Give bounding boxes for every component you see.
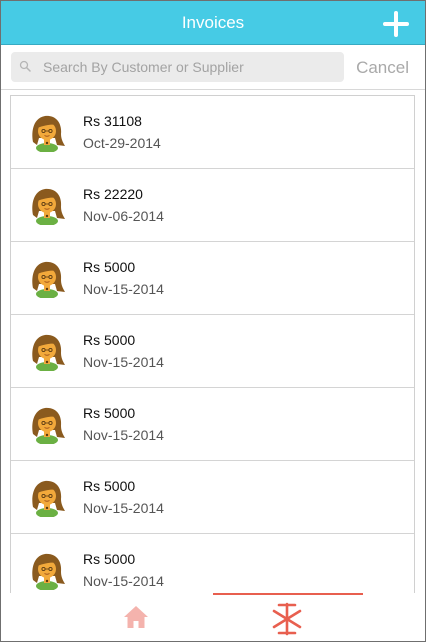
avatar-icon <box>32 407 65 444</box>
invoice-date: Nov-15-2014 <box>83 354 164 370</box>
tab-active[interactable] <box>213 593 363 641</box>
avatar-icon <box>32 553 65 590</box>
cancel-button[interactable]: Cancel <box>356 58 409 78</box>
home-icon <box>124 606 148 628</box>
tab-bar <box>1 593 425 641</box>
add-invoice-button[interactable] <box>383 11 409 37</box>
tab-home[interactable] <box>63 593 213 641</box>
avatar-icon <box>32 261 65 298</box>
search-bar: Cancel <box>1 45 425 90</box>
invoice-row[interactable]: Rs 5000 Nov-15-2014 <box>11 461 414 534</box>
invoice-amount: Rs 5000 <box>83 478 136 494</box>
invoice-date: Nov-15-2014 <box>83 427 164 443</box>
invoice-amount: Rs 5000 <box>83 332 136 348</box>
invoice-amount: Rs 5000 <box>83 405 136 421</box>
invoice-date: Nov-15-2014 <box>83 573 164 589</box>
invoice-row[interactable]: Rs 22220 Nov-06-2014 <box>11 169 414 242</box>
invoice-amount: Rs 31108 <box>83 113 142 129</box>
invoice-row[interactable]: Rs 5000 Nov-15-2014 <box>11 534 414 593</box>
invoice-list[interactable]: Rs 31108 Oct-29-2014 Rs 22220 Nov-06-201… <box>10 95 415 593</box>
invoice-amount: Rs 22220 <box>83 186 143 202</box>
invoice-date: Nov-15-2014 <box>83 500 164 516</box>
avatar-icon <box>32 334 65 371</box>
invoice-row[interactable]: Rs 5000 Nov-15-2014 <box>11 315 414 388</box>
avatar-icon <box>32 480 65 517</box>
search-input[interactable] <box>43 52 338 82</box>
search-icon <box>19 60 31 72</box>
invoice-row[interactable]: Rs 5000 Nov-15-2014 <box>11 388 414 461</box>
avatar-icon <box>32 188 65 225</box>
invoice-amount: Rs 5000 <box>83 551 136 567</box>
invoice-amount: Rs 5000 <box>83 259 136 275</box>
invoice-row[interactable]: Rs 5000 Nov-15-2014 <box>11 242 414 315</box>
page-title: Invoices <box>181 13 245 32</box>
invoice-date: Oct-29-2014 <box>83 135 161 151</box>
header-bar: Invoices <box>1 1 425 45</box>
invoice-date: Nov-15-2014 <box>83 281 164 297</box>
asterisk-icon <box>272 602 302 636</box>
invoice-row[interactable]: Rs 31108 Oct-29-2014 <box>11 96 414 169</box>
invoice-date: Nov-06-2014 <box>83 208 164 224</box>
search-box[interactable] <box>11 52 344 82</box>
avatar-icon <box>32 115 65 152</box>
